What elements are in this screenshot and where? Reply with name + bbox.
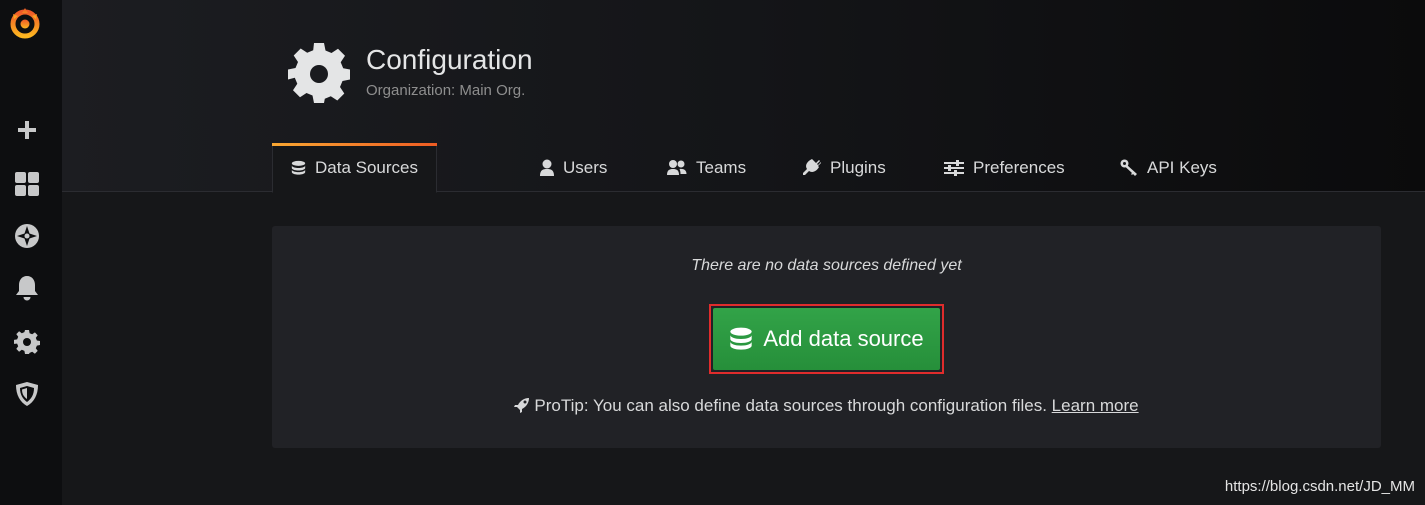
tab-users[interactable]: Users [540, 143, 607, 192]
learn-more-link[interactable]: Learn more [1052, 396, 1139, 415]
highlight-box: Add data source [709, 304, 944, 374]
tab-teams[interactable]: Teams [667, 143, 746, 192]
tab-label: Preferences [973, 157, 1065, 177]
tab-label: Users [563, 157, 608, 177]
tab-label: Teams [696, 157, 747, 177]
button-label: Add data source [763, 326, 924, 351]
dashboards-icon[interactable] [11, 168, 43, 200]
configuration-gear-icon[interactable] [11, 326, 43, 358]
rocket-icon [514, 398, 530, 413]
page-title: Configuration [366, 44, 533, 75]
empty-state-card: There are no data sources defined yet Ad… [272, 226, 1381, 448]
user-icon [540, 159, 554, 176]
watermark: https://blog.csdn.net/JD_MM [1224, 478, 1415, 495]
plus-icon[interactable] [11, 114, 43, 146]
key-icon [1120, 159, 1137, 176]
configuration-gear-icon [288, 41, 350, 103]
tab-label: API Keys [1147, 157, 1217, 177]
add-data-source-button[interactable]: Add data source [713, 308, 940, 370]
users-icon [667, 159, 687, 175]
tab-label: Plugins [830, 157, 886, 177]
plug-icon [803, 159, 821, 175]
server-admin-shield-icon[interactable] [11, 378, 43, 410]
page-subtitle: Organization: Main Org. [366, 82, 526, 99]
sliders-icon [944, 159, 964, 176]
tab-api-keys[interactable]: API Keys [1120, 143, 1217, 192]
database-icon [730, 327, 753, 350]
tab-preferences[interactable]: Preferences [944, 143, 1065, 192]
database-icon [291, 160, 306, 175]
explore-compass-icon[interactable] [11, 220, 43, 252]
protip-text: ProTip: You can also define data sources… [534, 396, 1047, 415]
page-header: Configuration Organization: Main Org. Da… [62, 0, 1425, 193]
tab-plugins[interactable]: Plugins [802, 143, 886, 192]
tab-data-sources[interactable]: Data Sources [272, 143, 437, 193]
grafana-logo-icon[interactable] [7, 5, 43, 41]
alerting-bell-icon[interactable] [11, 272, 43, 304]
protip: ProTip: You can also define data sources… [272, 396, 1381, 416]
tab-label: Data Sources [315, 158, 418, 177]
empty-state-message: There are no data sources defined yet [691, 257, 962, 274]
sidebar [0, 0, 62, 505]
